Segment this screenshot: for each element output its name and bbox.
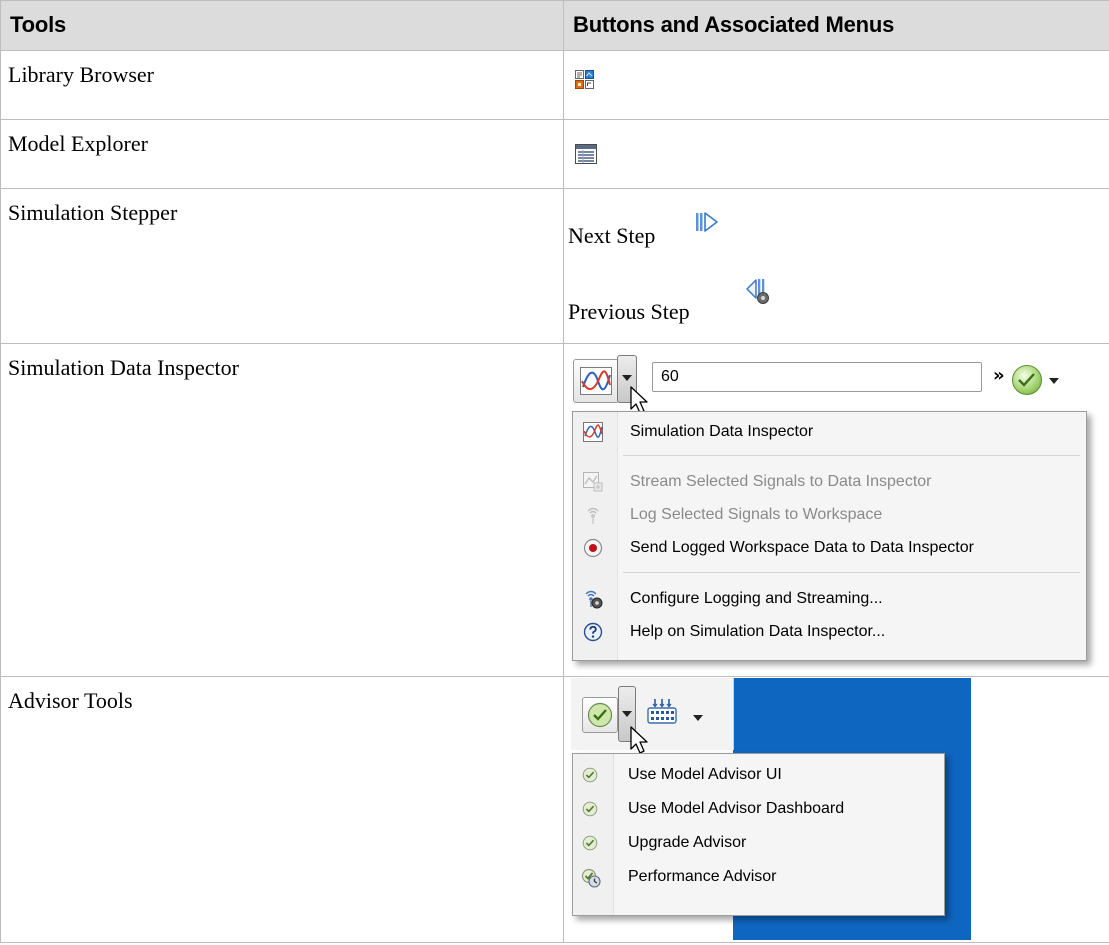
sdi-icon [580,367,612,395]
record-icon [583,538,603,558]
header-tools: Tools [0,0,564,51]
header-buttons-label: Buttons and Associated Menus [573,12,895,37]
header-buttons: Buttons and Associated Menus [563,0,1109,51]
performance-advisor-icon [581,868,601,888]
menu-item-label: Performance Advisor [628,868,777,885]
model-advisor-button[interactable] [582,697,618,733]
menu-item-label: Stream Selected Signals to Data Inspecto… [630,473,932,490]
check-icon [1018,373,1035,387]
menu-item-label: Use Model Advisor UI [628,766,782,783]
step-forward-icon[interactable] [695,211,719,233]
menu-item-model-advisor-dashboard[interactable]: Use Model Advisor Dashboard [573,792,944,826]
tool-name: Library Browser [8,62,155,87]
advisor-screenshot: Use Model Advisor UI Use Model Advisor D… [571,678,971,940]
tools-table: Tools Buttons and Associated Menus Libra… [0,0,1109,943]
menu-item-upgrade-advisor[interactable]: Upgrade Advisor [573,826,944,860]
grid-dropdown-arrow-icon[interactable] [693,715,703,721]
sdi-dropdown-menu: Simulation Data Inspector Stream Selecte… [572,411,1087,661]
menu-item-model-advisor-ui[interactable]: Use Model Advisor UI [573,758,944,792]
menu-item-send-logged-data[interactable]: Send Logged Workspace Data to Data Inspe… [573,531,1086,565]
model-explorer-icon[interactable] [575,144,597,164]
table-row: Library Browser [0,50,1109,120]
advisor-dropdown-menu: Use Model Advisor UI Use Model Advisor D… [572,753,945,916]
menu-item-log-signals[interactable]: Log Selected Signals to Workspace [573,498,1086,532]
tool-name: Simulation Data Inspector [8,355,239,380]
tool-name: Model Explorer [8,131,148,156]
step-back-icon[interactable] [746,277,772,307]
stop-time-input[interactable]: 60 [652,362,982,392]
check-dropdown-arrow-icon[interactable] [1049,378,1059,384]
menu-item-stream-signals[interactable]: Stream Selected Signals to Data Inspecto… [573,465,1086,499]
menu-item-label: Log Selected Signals to Workspace [630,506,883,523]
log-signals-icon [587,507,599,524]
check-icon [587,702,613,728]
menu-item-label: Configure Logging and Streaming... [630,590,883,607]
check-icon [582,835,598,851]
menu-item-label: Simulation Data Inspector [630,423,814,440]
table-row: Model Explorer [0,119,1109,189]
header-tools-label: Tools [10,12,67,37]
tool-name: Advisor Tools [8,688,133,713]
stream-signals-icon [583,472,603,492]
table-row: Simulation Data Inspector 60 » Simulatio… [0,343,1109,677]
menu-item-label: Upgrade Advisor [628,834,747,851]
configure-logging-icon [585,590,603,609]
menu-item-label: Help on Simulation Data Inspector... [630,623,886,640]
tool-name: Simulation Stepper [8,200,178,225]
menu-item-sdi[interactable]: Simulation Data Inspector [573,415,1086,449]
menu-item-help[interactable]: Help on Simulation Data Inspector... [573,615,1086,649]
sdi-icon [583,422,603,442]
help-icon [583,622,603,642]
model-advisor-check-button[interactable] [1012,365,1042,395]
table-row: Simulation Stepper Next Step Previous St… [0,188,1109,344]
menu-item-label: Use Model Advisor Dashboard [628,800,845,817]
menu-item-configure-logging[interactable]: Configure Logging and Streaming... [573,582,1086,616]
check-icon [582,801,598,817]
mouse-cursor-icon [630,726,648,754]
check-icon [582,767,598,783]
dashboard-grid-icon[interactable] [647,697,677,727]
sdi-screenshot: 60 » Simulation Data Inspector Stream Se… [569,345,1109,675]
table-row: Advisor Tools Use Model Advisor UI Use M… [0,676,1109,943]
sdi-button[interactable] [573,359,619,403]
advisor-toolbar [571,678,734,750]
next-step-label: Next Step [568,223,656,248]
menu-item-label: Send Logged Workspace Data to Data Inspe… [630,539,974,556]
menu-item-performance-advisor[interactable]: Performance Advisor [573,860,944,894]
previous-step-label: Previous Step [568,299,690,324]
more-chevron-icon[interactable]: » [993,365,1005,386]
library-browser-icon[interactable] [575,70,595,90]
